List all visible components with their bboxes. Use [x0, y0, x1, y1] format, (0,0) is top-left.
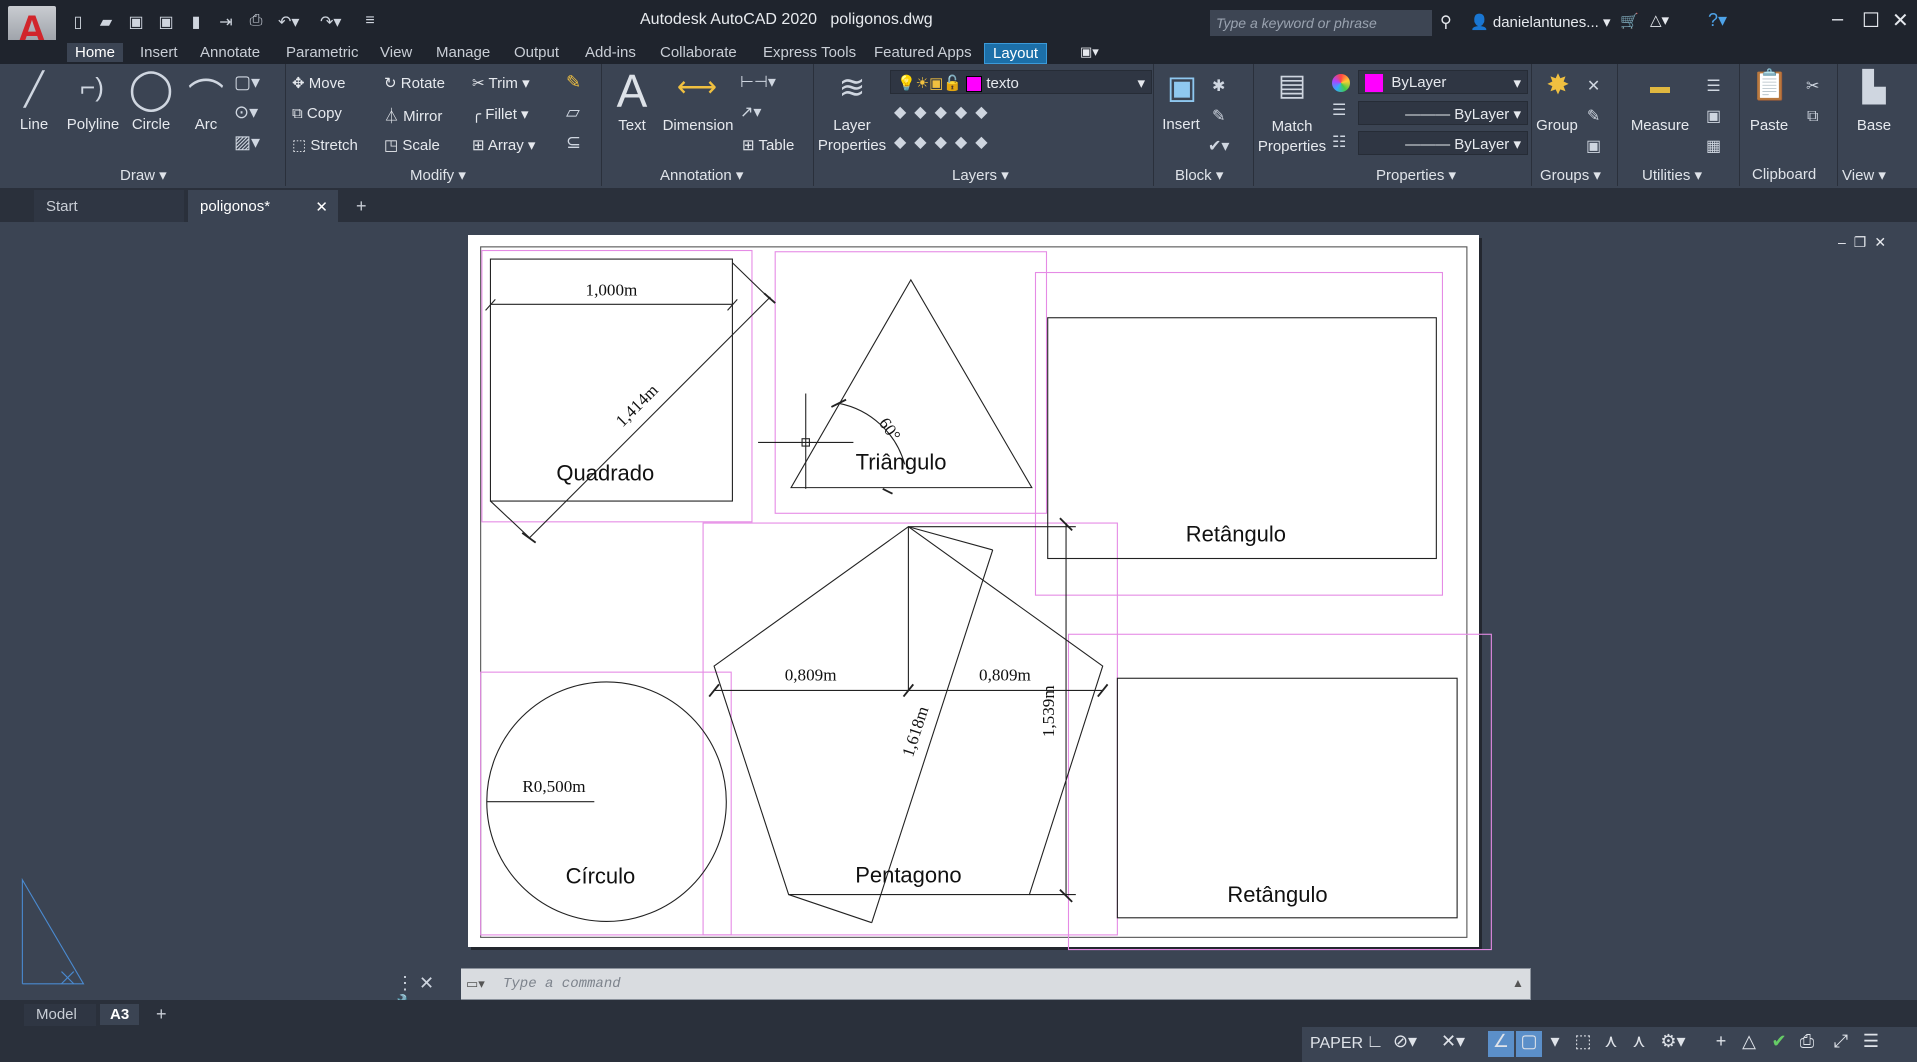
workspace-gear-icon[interactable]: ⚙▾: [1660, 1031, 1686, 1057]
command-expand-icon[interactable]: ▲: [1512, 976, 1524, 990]
isodraft-icon[interactable]: ✕▾: [1440, 1031, 1466, 1057]
grid-icon[interactable]: ∟: [1362, 1031, 1388, 1057]
annotation-visibility-icon[interactable]: ⋏: [1626, 1031, 1652, 1057]
square-side-dim: 1,000m: [586, 281, 638, 300]
square-diag-dim: 1,414m: [612, 380, 663, 431]
label-circle: Círculo: [566, 864, 636, 889]
label-triangle: Triângulo: [856, 449, 947, 474]
customization-menu-icon[interactable]: ☰: [1858, 1031, 1884, 1057]
label-rect1: Retângulo: [1186, 521, 1286, 546]
label-pentagon: Pentagono: [855, 862, 961, 887]
ucs-icon: [21, 877, 85, 985]
pentagon-right-dim: 0,809m: [979, 666, 1031, 685]
new-layout-button[interactable]: +: [156, 1004, 167, 1025]
object-snap-icon[interactable]: ▢: [1516, 1031, 1542, 1057]
annotation-scale-icon[interactable]: ⋏: [1598, 1031, 1624, 1057]
plus-icon[interactable]: +: [1708, 1031, 1734, 1057]
isolate-objects-icon[interactable]: △: [1736, 1031, 1762, 1057]
snap-dropdown[interactable]: ▾: [1542, 1031, 1568, 1057]
drawing-svg: 1,000m 1,414m 60° R0,500m 0,809m 0,809m …: [21, 246, 1492, 985]
selection-cycling-icon[interactable]: ⬚: [1570, 1031, 1596, 1057]
command-history-icon[interactable]: ▭▾: [466, 976, 485, 992]
status-bar: PAPER ∟ ⊘▾ ✕▾ ∠ ▢ ▾ ⬚ ⋏ ⋏ ⚙▾ + △ ✔ ⎙ ⤢ ☰: [1302, 1027, 1917, 1062]
osnap-tracking-icon[interactable]: ∠: [1488, 1031, 1514, 1057]
plot-status-icon[interactable]: ⎙: [1794, 1031, 1820, 1057]
ortho-polar-icon[interactable]: ⊘▾: [1392, 1031, 1418, 1057]
printable-area: [480, 246, 1468, 938]
pentagon-height-dim-text: 1,539m: [1039, 685, 1058, 737]
fullscreen-icon[interactable]: ⤢: [1828, 1031, 1854, 1057]
paper-space-toggle[interactable]: PAPER: [1310, 1035, 1363, 1053]
command-input[interactable]: Type a command: [503, 976, 621, 992]
label-square: Quadrado: [556, 460, 654, 485]
rect1-boundary: [1034, 271, 1443, 596]
radius-dim: R0,500m: [522, 777, 586, 796]
pentagon-left-dim: 0,809m: [785, 666, 837, 685]
layout-tab-a3[interactable]: A3: [100, 1004, 140, 1025]
angle-dim: 60°: [875, 414, 904, 445]
layout-tab-model[interactable]: Model: [24, 1004, 96, 1026]
command-line-tools[interactable]: ⋮ ✕ 🔧: [391, 968, 461, 1014]
label-rect2: Retângulo: [1227, 882, 1327, 907]
circle-boundary: [480, 671, 732, 936]
hardware-acceleration-icon[interactable]: ✔: [1766, 1031, 1792, 1057]
